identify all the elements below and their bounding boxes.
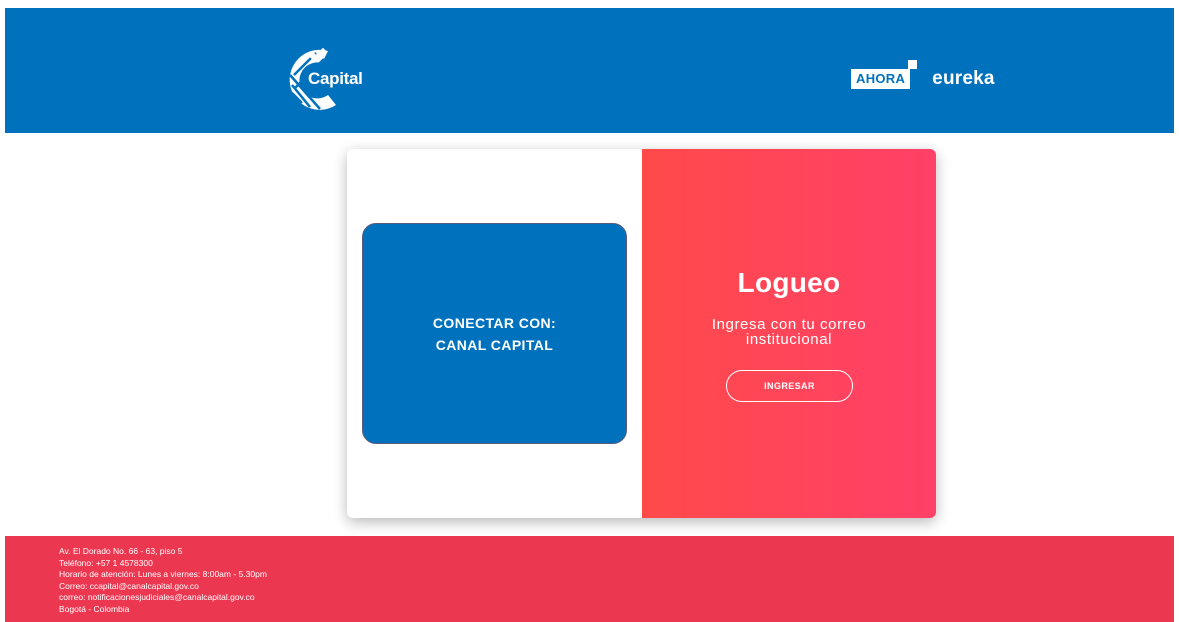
connect-button-line1: CONECTAR CON:: [432, 314, 557, 331]
connect-canal-capital-button[interactable]: CONECTAR CON: CANAL CAPITAL: [362, 223, 627, 444]
footer-legal-email[interactable]: correo: notificacionesjudiciales@canalca…: [59, 592, 267, 604]
footer-contact-info: Av. El Dorado No. 66 - 63, piso 5 Teléfo…: [59, 546, 267, 615]
login-subtitle-line1: Ingresa con tu correo: [711, 316, 867, 333]
footer-address: Av. El Dorado No. 66 - 63, piso 5: [59, 546, 183, 556]
ingresar-button-label: INGRESAR: [764, 381, 815, 391]
footer-city: Bogotá - Colombia: [59, 603, 130, 614]
ingresar-button[interactable]: INGRESAR: [726, 370, 853, 402]
top-header: Capital AHORA eureka: [5, 8, 1174, 133]
connect-button-line2: CANAL CAPITAL: [435, 336, 554, 353]
logo-text: Capital: [308, 69, 363, 88]
login-title: Logueo: [737, 267, 841, 298]
ahora-notch-shape: [908, 60, 918, 69]
ahora-label: AHORA: [856, 71, 906, 86]
footer-email[interactable]: Correo: ccapital@canalcapital.gov.co: [59, 581, 267, 593]
login-subtitle-line2: institucional: [745, 331, 833, 348]
canal-capital-logo[interactable]: Capital: [284, 45, 384, 115]
footer-hours: Horario de atención: Lunes a viernes: 8:…: [59, 569, 267, 579]
login-card-right-panel: Logueo Ingresa con tu correo institucion…: [642, 149, 936, 518]
ahora-badge: AHORA: [851, 60, 918, 89]
partner-logo-ahora-eureka[interactable]: AHORA eureka: [851, 60, 995, 94]
login-card: CONECTAR CON: CANAL CAPITAL Logueo Ingre…: [347, 149, 936, 518]
login-subtitle: Ingresa con tu correo institucional: [672, 317, 906, 347]
footer-phone: Teléfono: +57 1 4578300: [59, 557, 153, 568]
eureka-label: eureka: [932, 68, 995, 89]
login-card-left-panel: CONECTAR CON: CANAL CAPITAL: [347, 149, 642, 518]
footer: Av. El Dorado No. 66 - 63, piso 5 Teléfo…: [5, 536, 1174, 622]
